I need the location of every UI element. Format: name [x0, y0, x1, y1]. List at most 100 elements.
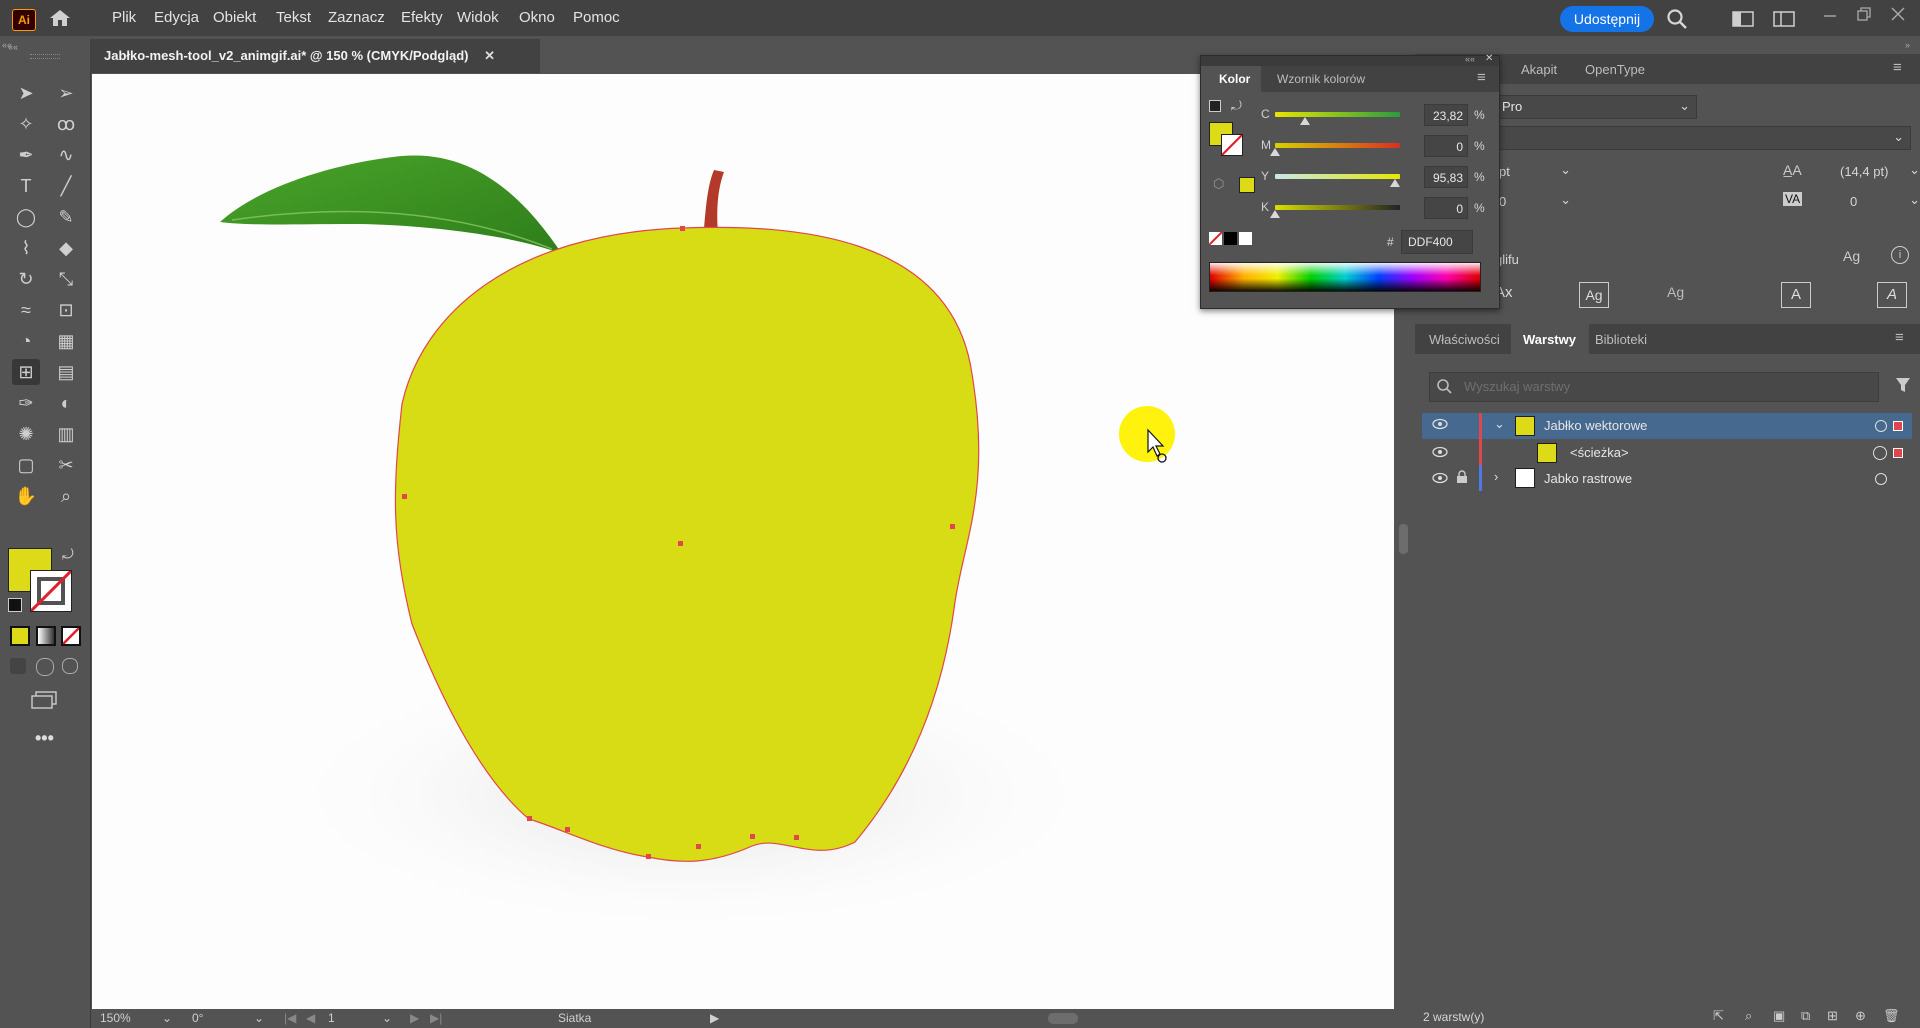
- tab-layers[interactable]: Warstwy: [1511, 324, 1589, 354]
- channel-value-field[interactable]: 0: [1424, 135, 1468, 157]
- scroll-thumb[interactable]: [1048, 1013, 1078, 1024]
- collect-export-icon[interactable]: ⧉: [1801, 1008, 1810, 1024]
- color-mode-button[interactable]: [10, 626, 30, 646]
- slice-tool-icon[interactable]: ✂: [52, 452, 80, 478]
- menu-okno[interactable]: Okno: [519, 9, 555, 26]
- channel-slider-track[interactable]: [1275, 112, 1400, 117]
- channel-value-field[interactable]: 95,83: [1424, 166, 1468, 188]
- swap-fill-stroke-icon[interactable]: ⤾: [62, 546, 74, 563]
- scroll-thumb[interactable]: [1399, 524, 1408, 554]
- draw-inside-icon[interactable]: [62, 658, 78, 674]
- tab-swatches[interactable]: Wzornik kolorów: [1277, 72, 1365, 86]
- blend-tool-icon[interactable]: ◐: [52, 390, 80, 416]
- target-icon[interactable]: [1873, 446, 1887, 460]
- tracking-field[interactable]: 0 ⌄: [1830, 190, 1920, 212]
- stylistic-alt-icon[interactable]: Ag: [1667, 284, 1684, 300]
- scale-tool-icon[interactable]: ⤡: [52, 266, 80, 292]
- magic-wand-tool-icon[interactable]: ✧: [12, 111, 40, 137]
- layer-row-jabko-rastrowe[interactable]: › Jabko rastrowe: [1422, 465, 1912, 491]
- layer-name[interactable]: Jabko rastrowe: [1544, 471, 1632, 486]
- export-icon[interactable]: ⇱: [1713, 1008, 1724, 1024]
- gradient-tool-icon[interactable]: ▤: [52, 359, 80, 385]
- target-icon[interactable]: [1875, 473, 1887, 485]
- shape-builder-tool-icon[interactable]: ◔: [12, 328, 40, 354]
- swash-icon[interactable]: A: [1781, 282, 1811, 308]
- leading-field[interactable]: (14,4 pt) ⌄: [1830, 160, 1920, 182]
- horizontal-scrollbar[interactable]: [728, 1013, 1348, 1024]
- selection-indicator[interactable]: [1893, 448, 1903, 458]
- hex-field[interactable]: DDF400: [1401, 230, 1473, 254]
- restore-window-icon[interactable]: [1856, 6, 1872, 25]
- layer-row-jablko-wektorowe[interactable]: ⌄ Jabłko wektorowe: [1422, 413, 1912, 439]
- next-artboard-icon[interactable]: ▶: [410, 1011, 419, 1025]
- tab-strip-collapse-icon[interactable]: ««: [2, 40, 12, 50]
- collapse-panel-icon[interactable]: ««: [1465, 54, 1475, 64]
- line-tool-icon[interactable]: ╱: [52, 173, 80, 199]
- free-transform-tool-icon[interactable]: ⊡: [52, 297, 80, 323]
- gamut-swatch[interactable]: [1239, 177, 1255, 193]
- new-layer-icon[interactable]: ⊕: [1855, 1008, 1866, 1024]
- channel-value-field[interactable]: 0: [1424, 197, 1468, 219]
- visibility-eye-icon[interactable]: [1432, 472, 1448, 487]
- artboard-number[interactable]: 1: [328, 1011, 388, 1025]
- arrange-documents-icon[interactable]: [1773, 11, 1795, 30]
- ellipse-tool-icon[interactable]: ◯: [12, 204, 40, 230]
- channel-slider-thumb[interactable]: [1270, 210, 1280, 218]
- artboard-tool-icon[interactable]: ▢: [12, 452, 40, 478]
- white-swatch[interactable]: [1239, 232, 1252, 245]
- pen-tool-icon[interactable]: ✒: [12, 142, 40, 168]
- tab-akapit[interactable]: Akapit: [1521, 62, 1557, 77]
- layers-search-box[interactable]: Wyszukaj warstwy: [1429, 372, 1879, 402]
- ordinal-icon[interactable]: A: [1877, 282, 1907, 308]
- chevron-down-icon[interactable]: ⌄: [382, 1011, 392, 1025]
- tab-color[interactable]: Kolor: [1201, 66, 1261, 92]
- paintbrush-tool-icon[interactable]: ✎: [52, 204, 80, 230]
- layer-name[interactable]: <ścieżka>: [1570, 445, 1629, 460]
- tab-opentype[interactable]: OpenType: [1585, 62, 1645, 77]
- panel-stroke-swatch[interactable]: [1221, 134, 1243, 156]
- chevron-right-icon[interactable]: ›: [1494, 469, 1498, 484]
- toolbar-grip[interactable]: [30, 54, 60, 59]
- search-icon[interactable]: [1666, 8, 1688, 33]
- draw-normal-icon[interactable]: [10, 658, 26, 674]
- tab-properties[interactable]: Właściwości: [1429, 332, 1500, 347]
- clipping-mask-icon[interactable]: ▣: [1773, 1008, 1785, 1024]
- first-artboard-icon[interactable]: |◀: [284, 1011, 296, 1025]
- filter-icon[interactable]: [1895, 376, 1911, 397]
- menu-widok[interactable]: Widok: [457, 9, 499, 26]
- shaper-tool-icon[interactable]: ⌇: [12, 235, 40, 261]
- black-swatch[interactable]: [1224, 232, 1237, 245]
- glyph-snap-icon[interactable]: Ag: [1843, 248, 1860, 264]
- menu-obiekt[interactable]: Obiekt: [213, 9, 256, 26]
- info-icon[interactable]: i: [1891, 246, 1909, 264]
- gradient-mode-button[interactable]: [36, 626, 56, 646]
- lasso-tool-icon[interactable]: ꝏ: [52, 111, 80, 137]
- rotate-tool-icon[interactable]: ↻: [12, 266, 40, 292]
- channel-slider-thumb[interactable]: [1299, 117, 1310, 125]
- curvature-tool-icon[interactable]: ∿: [52, 142, 80, 168]
- default-fill-stroke-icon[interactable]: [8, 598, 22, 612]
- last-artboard-icon[interactable]: ▶|: [430, 1011, 442, 1025]
- lock-icon[interactable]: [1456, 470, 1468, 487]
- target-icon[interactable]: [1875, 420, 1887, 432]
- tab-libraries[interactable]: Biblioteki: [1595, 332, 1647, 347]
- default-colors-icon[interactable]: [1209, 100, 1221, 112]
- eyedropper-tool-icon[interactable]: ✑: [12, 390, 40, 416]
- draw-behind-icon[interactable]: [36, 658, 54, 676]
- document-tab[interactable]: Jabłko-mesh-tool_v2_animgif.ai* @ 150 % …: [90, 39, 540, 73]
- channel-slider-thumb[interactable]: [1389, 179, 1400, 187]
- visibility-eye-icon[interactable]: [1432, 418, 1448, 433]
- layer-row-sciezka[interactable]: <ścieżka>: [1422, 439, 1912, 465]
- artboard-canvas[interactable]: [92, 74, 1394, 1009]
- prev-artboard-icon[interactable]: ◀: [306, 1011, 315, 1025]
- font-family-field[interactable]: Pro ⌄: [1495, 95, 1697, 119]
- channel-value-field[interactable]: 23,82: [1424, 104, 1468, 126]
- mesh-tool-icon[interactable]: ⊞: [12, 359, 40, 385]
- color-spectrum[interactable]: [1209, 262, 1481, 292]
- more-tools-icon[interactable]: •••: [35, 728, 54, 749]
- layer-name[interactable]: Jabłko wektorowe: [1544, 418, 1647, 433]
- status-menu-arrow-icon[interactable]: ▶: [710, 1011, 719, 1025]
- hand-tool-icon[interactable]: ✋: [12, 483, 40, 509]
- screen-mode-icon[interactable]: [30, 690, 60, 713]
- menu-efekty[interactable]: Efekty: [401, 9, 443, 26]
